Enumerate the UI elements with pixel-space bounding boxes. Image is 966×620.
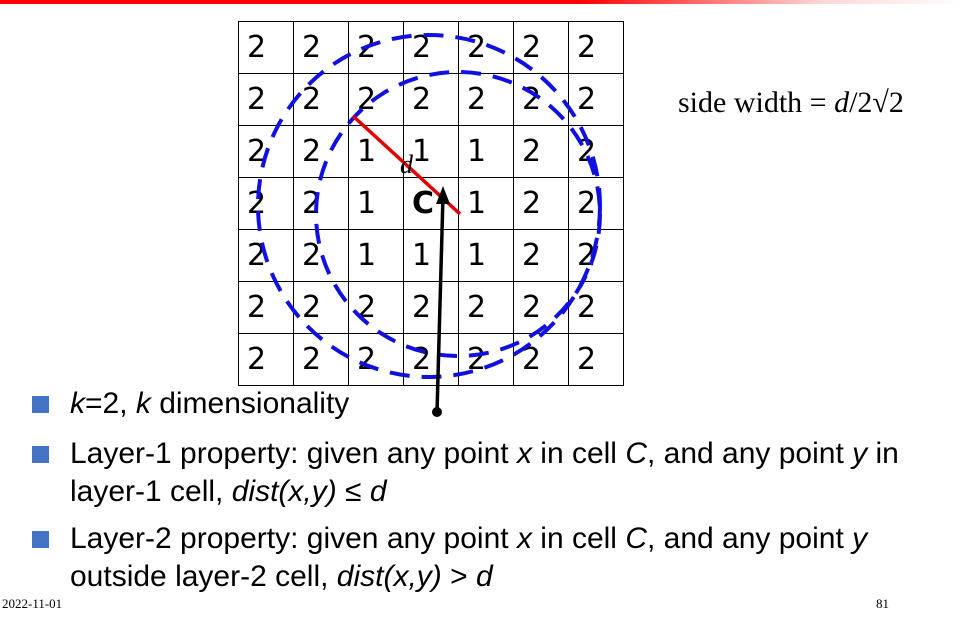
pointer-arrow-shaft [435,195,445,413]
bullet-square-icon [32,446,49,463]
bullet-layer1-property: Layer-1 property: given any point x in c… [30,435,930,511]
bullet-square-icon [32,531,49,548]
bullet-layer2-property: Layer-2 property: given any point x in c… [30,520,930,596]
side-width-formula: side width = d/2√2 [678,86,904,119]
d-distance-label: d [400,150,413,179]
bullet-square-icon [32,396,49,413]
outer-dashed-circle [256,33,602,379]
bullet-list: k=2, k dimensionality Layer-1 property: … [30,385,930,605]
footer-date: 2022-11-01 [2,596,63,611]
bullet-dimensionality: k=2, k dimensionality [30,385,930,423]
page-number: 81 [876,596,889,611]
